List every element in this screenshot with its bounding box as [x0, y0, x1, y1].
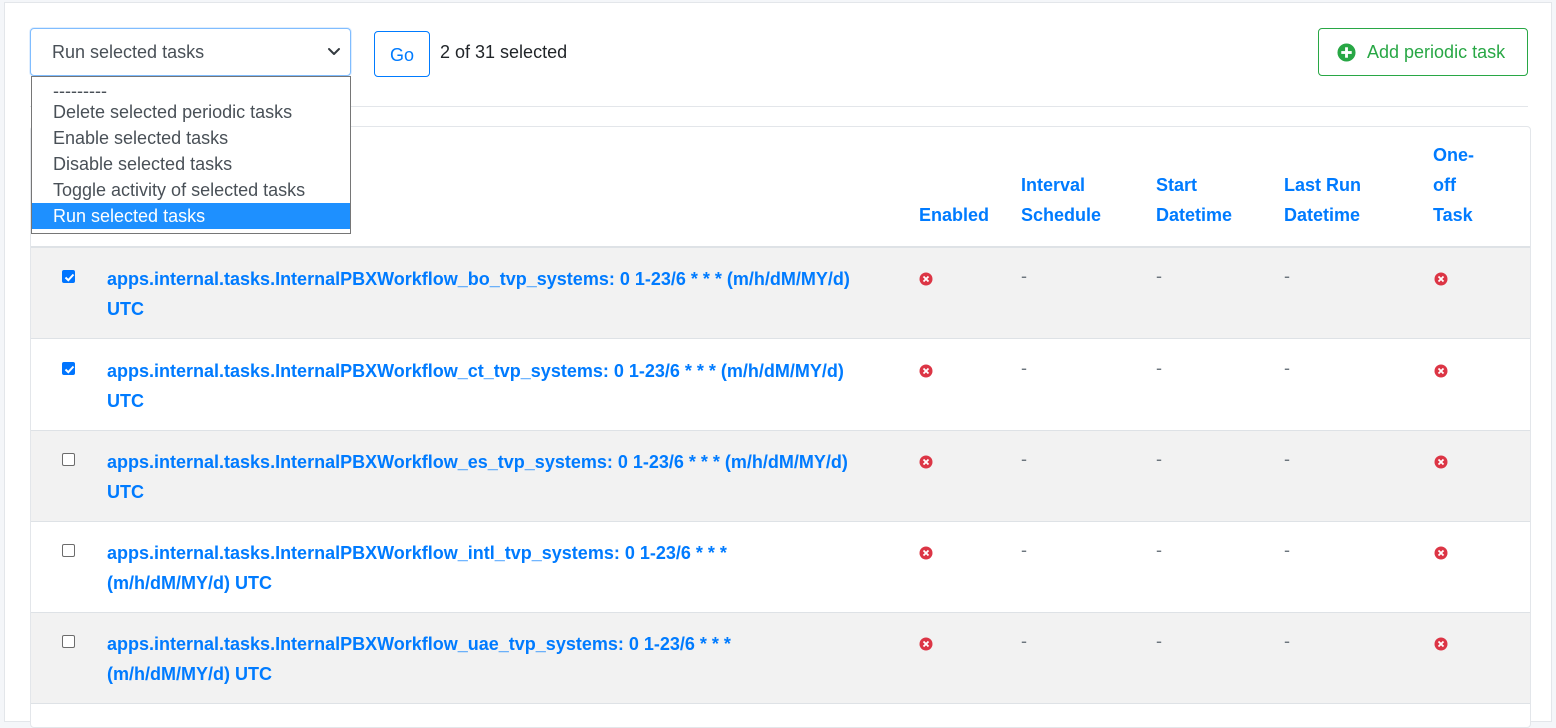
table-row: apps.internal.tasks.InternalPBXWorkflow_… [31, 613, 1530, 704]
check-icon [64, 365, 75, 374]
action-select[interactable]: Run selected tasks [30, 28, 351, 76]
start-datetime-value: - [1156, 540, 1162, 560]
add-periodic-task-label: Add periodic task [1367, 42, 1506, 62]
column-header-interval-schedule[interactable]: Interval Schedule [1021, 170, 1101, 230]
x-circle-icon [1434, 272, 1448, 286]
last-run-value: - [1284, 266, 1290, 286]
last-run-value: - [1284, 540, 1290, 560]
check-icon [64, 273, 75, 282]
task-name-link[interactable]: apps.internal.tasks.InternalPBXWorkflow_… [107, 538, 897, 598]
interval-value: - [1021, 266, 1027, 286]
x-circle-icon [919, 272, 933, 286]
go-button[interactable]: Go [374, 31, 430, 77]
chevron-down-icon [328, 48, 340, 55]
last-run-value: - [1284, 358, 1290, 378]
column-header-enabled[interactable]: Enabled [919, 200, 989, 230]
row-checkbox[interactable] [62, 270, 75, 283]
interval-value: - [1021, 540, 1027, 560]
column-header-start-datetime[interactable]: Start Datetime [1156, 170, 1232, 230]
x-circle-icon [1434, 546, 1448, 560]
action-option-toggle[interactable]: Toggle activity of selected tasks [32, 177, 350, 203]
task-name-link[interactable]: apps.internal.tasks.InternalPBXWorkflow_… [107, 629, 897, 689]
x-circle-icon [919, 546, 933, 560]
interval-value: - [1021, 358, 1027, 378]
action-option-enable[interactable]: Enable selected tasks [32, 125, 350, 151]
column-header-one-off-task[interactable]: One- off Task [1433, 140, 1474, 230]
action-option-separator[interactable]: --------- [32, 77, 350, 101]
last-run-value: - [1284, 631, 1290, 651]
x-circle-icon [919, 455, 933, 469]
x-circle-icon [1434, 637, 1448, 651]
x-circle-icon [1434, 364, 1448, 378]
row-checkbox[interactable] [62, 453, 75, 466]
task-name-link[interactable]: apps.internal.tasks.InternalPBXWorkflow_… [107, 447, 897, 507]
task-name-link[interactable]: apps.internal.tasks.InternalPBXWorkflow_… [107, 356, 897, 416]
task-name-link[interactable]: apps.internal.tasks.InternalPBXWorkflow_… [107, 264, 897, 324]
x-circle-icon [919, 364, 933, 378]
action-select-value: Run selected tasks [52, 42, 205, 62]
action-option-delete[interactable]: Delete selected periodic tasks [32, 99, 350, 125]
table-row: apps.internal.tasks.InternalPBXWorkflow_… [31, 340, 1530, 431]
row-checkbox[interactable] [62, 635, 75, 648]
table-row: apps.internal.tasks.InternalPBXWorkflow_… [31, 431, 1530, 522]
table-row: apps.internal.tasks.InternalPBXWorkflow_… [31, 522, 1530, 613]
start-datetime-value: - [1156, 449, 1162, 469]
x-circle-icon [1434, 455, 1448, 469]
interval-value: - [1021, 631, 1027, 651]
action-option-run[interactable]: Run selected tasks [32, 203, 350, 229]
selection-count: 2 of 31 selected [440, 42, 568, 62]
start-datetime-value: - [1156, 631, 1162, 651]
add-periodic-task-button[interactable]: Add periodic task [1318, 28, 1528, 76]
start-datetime-value: - [1156, 358, 1162, 378]
row-checkbox[interactable] [62, 544, 75, 557]
action-dropdown-list: --------- Delete selected periodic tasks… [31, 76, 351, 234]
last-run-value: - [1284, 449, 1290, 469]
table-row: apps.internal.tasks.InternalPBXWorkflow_… [31, 248, 1530, 339]
plus-circle-icon [1337, 43, 1356, 62]
row-checkbox[interactable] [62, 362, 75, 375]
start-datetime-value: - [1156, 266, 1162, 286]
x-circle-icon [919, 637, 933, 651]
interval-value: - [1021, 449, 1027, 469]
column-header-last-run-datetime[interactable]: Last Run Datetime [1284, 170, 1361, 230]
action-option-disable[interactable]: Disable selected tasks [32, 151, 350, 177]
